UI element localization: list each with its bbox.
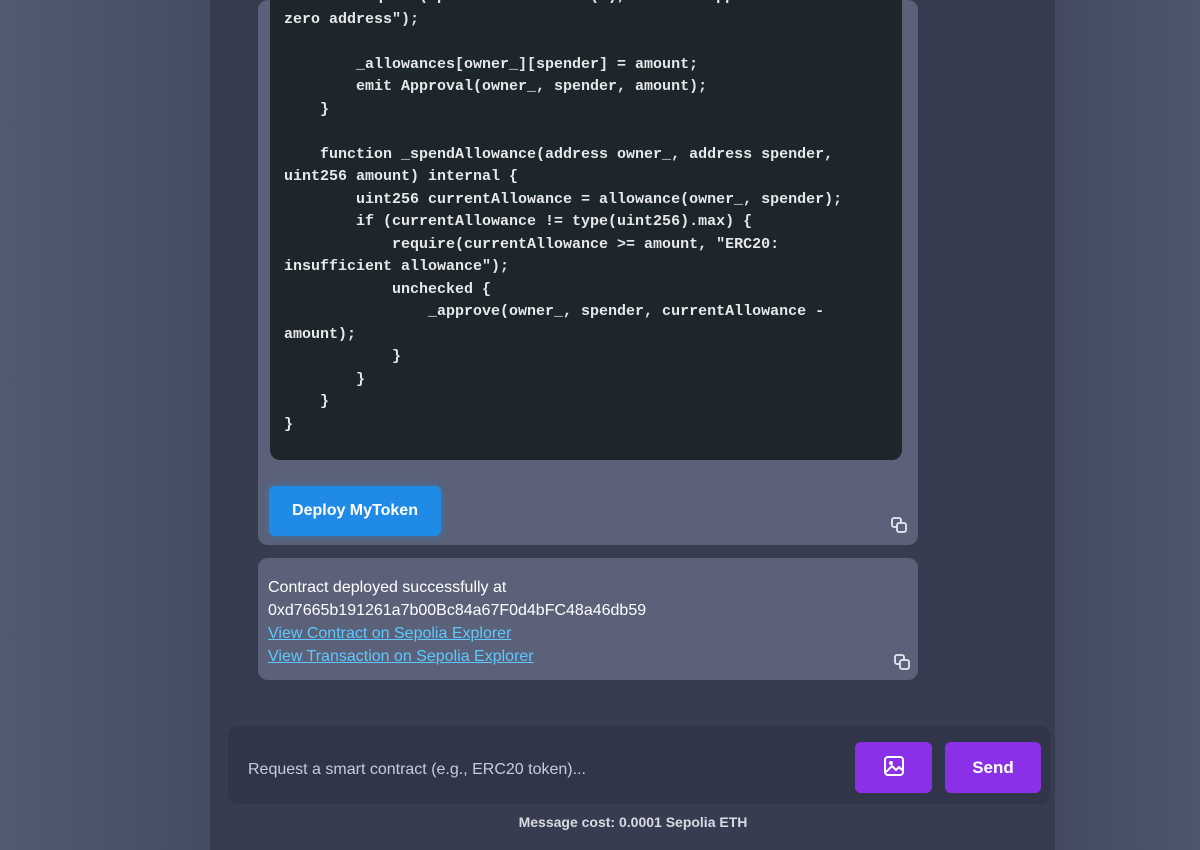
result-message: Contract deployed successfully at <box>268 579 507 596</box>
deploy-button[interactable]: Deploy MyToken <box>269 486 441 536</box>
code-block: require(spender != address(0), "ERC20: a… <box>270 0 902 460</box>
message-cost: Message cost: 0.0001 Sepolia ETH <box>518 814 748 830</box>
code-text: require(spender != address(0), "ERC20: a… <box>284 0 843 433</box>
contract-address: 0xd7665b191261a7b00Bc84a67F0d4bFC48a46db… <box>268 602 647 619</box>
right-backdrop <box>1055 0 1200 850</box>
image-icon <box>883 755 905 780</box>
left-backdrop <box>0 0 210 850</box>
copy-icon[interactable] <box>890 516 908 534</box>
deploy-result: Contract deployed successfully at 0xd766… <box>268 576 868 668</box>
image-upload-button[interactable] <box>855 742 932 793</box>
request-input[interactable] <box>246 752 830 788</box>
copy-icon[interactable] <box>893 653 911 671</box>
send-button[interactable]: Send <box>945 742 1041 793</box>
view-contract-link[interactable]: View Contract on Sepolia Explorer <box>268 625 511 642</box>
view-transaction-link[interactable]: View Transaction on Sepolia Explorer <box>268 648 534 665</box>
